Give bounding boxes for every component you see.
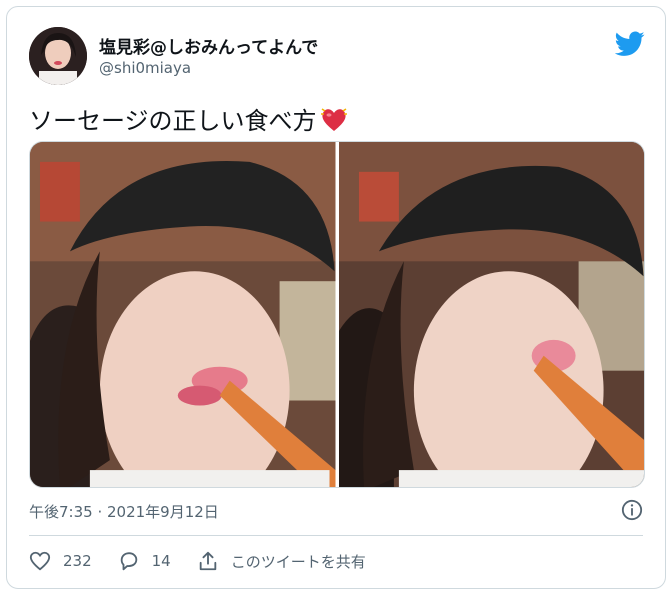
like-button[interactable]: 232 [29,550,92,572]
info-icon[interactable] [621,499,643,521]
avatar[interactable] [29,27,87,85]
display-name[interactable]: 塩見彩@しおみんってよんで [99,33,318,58]
reply-button[interactable]: 14 [118,550,171,572]
tweet-text: ソーセージの正しい食べ方 [29,101,349,136]
share-button[interactable]: このツイートを共有 [197,550,366,572]
twitter-bird-icon[interactable] [615,31,645,57]
share-upload-icon [199,551,216,571]
share-label: このツイートを共有 [230,552,366,571]
divider [29,535,643,536]
action-bar: 232 14 このツイートを共有 [29,547,392,575]
user-handle[interactable]: @shi0miaya [99,59,191,77]
like-count: 232 [63,552,92,570]
tweet-text-content: ソーセージの正しい食べ方 [29,107,317,135]
tweet-photo-2[interactable] [338,142,644,487]
beating-heart-emoji-icon [320,107,347,131]
heart-icon [29,551,51,571]
reply-count: 14 [151,552,171,570]
tweet-photo-1[interactable] [30,142,336,487]
reply-bubble-icon [120,552,137,571]
tweet-timestamp[interactable]: 午後7:35 · 2021年9月12日 [29,501,219,522]
media-grid [29,141,645,488]
tweet-card[interactable]: 塩見彩@しおみんってよんで @shi0miaya ソーセージの正しい食べ方 午後… [6,6,666,589]
